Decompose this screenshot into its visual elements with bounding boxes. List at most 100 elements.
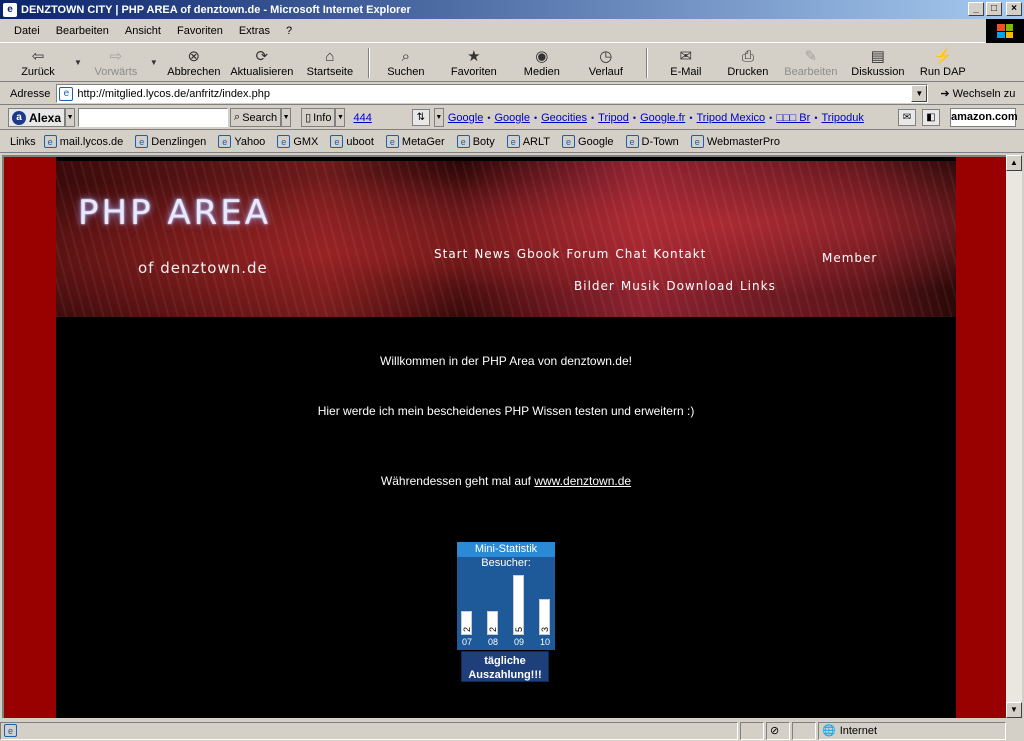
- scroll-down-icon[interactable]: ▼: [1006, 702, 1022, 718]
- menu-ansicht[interactable]: Ansicht: [117, 25, 169, 37]
- nav-row-secondary: Bilder Musik Download Links: [574, 279, 776, 293]
- stat-day-label: 10: [539, 637, 550, 647]
- menu-favoriten[interactable]: Favoriten: [169, 25, 231, 37]
- favorites-button[interactable]: ★ Favoriten: [436, 45, 512, 81]
- related-dropdown-icon[interactable]: ▼: [433, 108, 444, 127]
- payout-ad-banner[interactable]: tägliche Auszahlung!!!: [461, 651, 549, 682]
- history-button[interactable]: ◷ Verlauf: [572, 45, 640, 81]
- page-icon: e: [562, 135, 576, 148]
- alexa-link[interactable]: Tripod Mexico: [696, 112, 765, 124]
- link-yahoo[interactable]: e Yahoo: [218, 135, 265, 148]
- alexa-link[interactable]: Google: [494, 112, 529, 124]
- search-icon: ⌕: [401, 47, 411, 65]
- alexa-info-button[interactable]: ▯ Info: [301, 108, 336, 127]
- alexa-logo-button[interactable]: a Alexa: [8, 108, 66, 127]
- alexa-info-dropdown-icon[interactable]: ▼: [335, 108, 346, 127]
- alexa-search-input[interactable]: [78, 108, 229, 127]
- nav-gbook[interactable]: Gbook: [517, 247, 561, 261]
- address-dropdown-icon[interactable]: ▼: [911, 85, 928, 102]
- vertical-scrollbar[interactable]: ▲ ▼: [1006, 155, 1022, 718]
- window-title: DENZTOWN CITY | PHP AREA of denztown.de …: [21, 3, 411, 16]
- address-input[interactable]: e http://mitglied.lycos.de/anfritz/index…: [56, 84, 929, 103]
- nav-musik[interactable]: Musik: [621, 279, 661, 293]
- link-google[interactable]: e Google: [562, 135, 614, 148]
- alexa-link[interactable]: Geocities: [541, 112, 587, 124]
- popup-blocker-icon[interactable]: ⊘: [766, 721, 790, 740]
- discuss-button[interactable]: ▤ Diskussion: [844, 45, 912, 81]
- globe-icon: 🌐: [822, 725, 836, 737]
- discuss-icon: ▤: [870, 47, 885, 65]
- nav-kontakt[interactable]: Kontakt: [653, 247, 706, 261]
- minimize-button[interactable]: _: [968, 2, 984, 16]
- alexa-search-dropdown-icon[interactable]: ▼: [281, 108, 292, 127]
- mini-statistic-widget[interactable]: Mini-Statistik Besucher: 2 2 5 3 07 08 09 10: [457, 542, 555, 650]
- nav-forum[interactable]: Forum: [566, 247, 609, 261]
- stop-button[interactable]: ⊗ Abbrechen: [162, 45, 226, 81]
- forward-button[interactable]: ⇨ Vorwärts: [86, 45, 146, 81]
- alexa-link[interactable]: Tripod: [598, 112, 629, 124]
- alexa-rank-link[interactable]: 444: [353, 112, 371, 124]
- links-bar: Links e mail.lycos.de e Denzlingen e Yahoo …: [0, 131, 1024, 153]
- page-icon: e: [218, 135, 232, 148]
- link-mail-lycos[interactable]: e mail.lycos.de: [43, 135, 123, 148]
- print-button[interactable]: ⎙ Drucken: [718, 45, 778, 81]
- link-metager[interactable]: e MetaGer: [385, 135, 445, 148]
- nav-bilder[interactable]: Bilder: [574, 279, 615, 293]
- menu-bearbeiten[interactable]: Bearbeiten: [48, 25, 117, 37]
- alexa-icon: a: [12, 110, 26, 125]
- header-banner: PHP AREA of denztown.de Start News Gbook…: [56, 161, 956, 317]
- refresh-icon: ⟳: [255, 47, 269, 65]
- alexa-link[interactable]: Google: [448, 112, 483, 124]
- menu-help[interactable]: ?: [278, 25, 300, 37]
- media-button[interactable]: ◉ Medien: [512, 45, 572, 81]
- nav-links[interactable]: Links: [740, 279, 776, 293]
- menu-extras[interactable]: Extras: [231, 25, 278, 37]
- scroll-up-icon[interactable]: ▲: [1006, 155, 1022, 171]
- stat-day-label: 08: [487, 637, 498, 647]
- stat-bar-value: 2: [488, 626, 498, 632]
- nav-news[interactable]: News: [474, 247, 510, 261]
- maximize-button[interactable]: □: [986, 2, 1002, 16]
- related-icon[interactable]: ⇅: [411, 109, 430, 126]
- link-gmx[interactable]: e GMX: [277, 135, 318, 148]
- stat-bar-value: 3: [540, 626, 550, 632]
- home-button[interactable]: ⌂ Startseite: [298, 45, 362, 81]
- back-button[interactable]: ⇦ Zurück: [6, 45, 70, 81]
- alexa-link[interactable]: □□□ Br: [776, 112, 810, 124]
- rundap-button[interactable]: ⚡ Run DAP: [912, 45, 974, 81]
- link-boty[interactable]: e Boty: [456, 135, 495, 148]
- alexa-link[interactable]: Google.fr: [640, 112, 685, 124]
- status-progress-cell: [740, 721, 764, 740]
- alexa-search-button[interactable]: ⌕ Search: [230, 108, 282, 127]
- status-message: e: [0, 721, 738, 740]
- nav-chat[interactable]: Chat: [615, 247, 647, 261]
- refresh-button[interactable]: ⟳ Aktualisieren: [226, 45, 298, 81]
- stat-bar-plot: 2 2 5 3: [457, 569, 555, 635]
- link-webmasterpro[interactable]: e WebmasterPro: [690, 135, 780, 148]
- page-viewport: PHP AREA of denztown.de Start News Gbook…: [2, 155, 1006, 718]
- go-button[interactable]: ➔ Wechseln zu: [940, 87, 1015, 101]
- nav-download[interactable]: Download: [666, 279, 734, 293]
- close-button[interactable]: ×: [1006, 2, 1022, 16]
- link-denzlingen[interactable]: e Denzlingen: [135, 135, 206, 148]
- denztown-link[interactable]: www.denztown.de: [534, 474, 631, 488]
- search-button[interactable]: ⌕ Suchen: [376, 45, 436, 81]
- link-d-town[interactable]: e D-Town: [625, 135, 679, 148]
- nav-start[interactable]: Start: [434, 247, 468, 261]
- link-uboot[interactable]: e uboot: [330, 135, 374, 148]
- forward-dropdown-icon[interactable]: ▼: [150, 58, 158, 67]
- media-icon: ◉: [535, 47, 549, 65]
- edit-button[interactable]: ✎ Bearbeiten: [778, 45, 844, 81]
- mail-button[interactable]: ✉ E-Mail: [654, 45, 718, 81]
- menu-datei[interactable]: Datei: [6, 25, 48, 37]
- stat-day-label: 07: [461, 637, 472, 647]
- amazon-button[interactable]: amazon.com: [950, 108, 1018, 127]
- back-dropdown-icon[interactable]: ▼: [74, 58, 82, 67]
- stat-bar: 3: [539, 599, 550, 635]
- alexa-dropdown-icon[interactable]: ▼: [65, 108, 76, 127]
- nav-member[interactable]: Member: [822, 251, 877, 265]
- alexa-mail-icon[interactable]: ✉: [898, 109, 916, 126]
- alexa-back-icon[interactable]: ◧: [922, 109, 940, 126]
- alexa-link[interactable]: Tripoduk: [821, 112, 863, 124]
- link-arlt[interactable]: e ARLT: [506, 135, 550, 148]
